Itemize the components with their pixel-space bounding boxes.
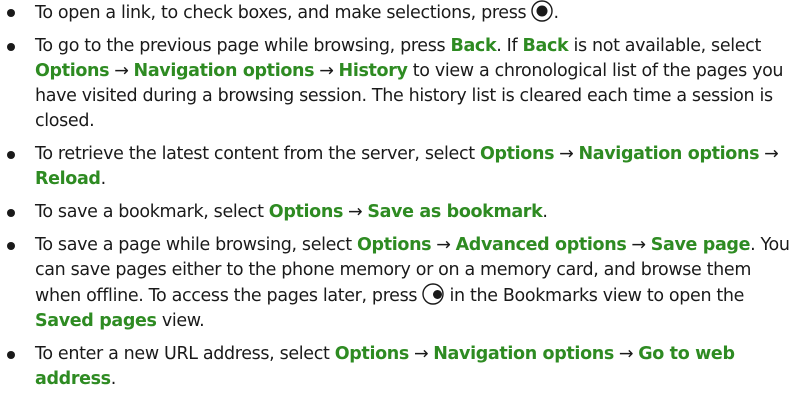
menu-command: Back bbox=[450, 36, 497, 56]
bullet-icon bbox=[7, 9, 15, 17]
menu-command: Reload bbox=[35, 169, 101, 189]
menu-command: Options bbox=[334, 344, 410, 364]
body-text: . bbox=[100, 169, 107, 189]
list-item: To go to the previous page while browsin… bbox=[0, 34, 800, 134]
arrow-icon: → bbox=[436, 235, 451, 255]
body-text: . If bbox=[496, 36, 523, 56]
menu-command: Saved pages bbox=[35, 311, 157, 331]
menu-command: History bbox=[338, 61, 408, 81]
body-text: To go to the previous page while browsin… bbox=[35, 36, 451, 56]
body-text: To enter a new URL address, select bbox=[35, 344, 335, 364]
body-text: . bbox=[542, 202, 548, 222]
menu-command: Navigation options bbox=[133, 61, 315, 81]
body-text: in the Bookmarks view to open the bbox=[444, 286, 745, 306]
arrow-icon: → bbox=[631, 235, 646, 255]
list-item: To retrieve the latest content from the … bbox=[0, 142, 800, 192]
list-item: To open a link, to check boxes, and make… bbox=[0, 0, 800, 26]
arrow-icon: → bbox=[764, 144, 779, 164]
bullet-icon bbox=[7, 242, 15, 250]
menu-command: Options bbox=[268, 202, 344, 222]
list-item: To save a page while browsing, select Op… bbox=[0, 233, 800, 334]
body-text: view. bbox=[156, 311, 205, 331]
instruction-list: To open a link, to check boxes, and make… bbox=[0, 0, 800, 392]
arrow-icon: → bbox=[618, 344, 634, 364]
list-item: To save a bookmark, select Options → Save … bbox=[0, 200, 800, 225]
menu-command: Options bbox=[479, 144, 555, 164]
menu-command: Back bbox=[522, 36, 569, 56]
body-text: To save a bookmark, select bbox=[35, 202, 269, 222]
body-text: To retrieve the latest content from the … bbox=[35, 144, 480, 164]
arrow-icon: → bbox=[114, 61, 129, 81]
bullet-icon bbox=[7, 43, 15, 51]
body-text: . bbox=[110, 369, 117, 389]
list-item: To enter a new URL address, select Optio… bbox=[0, 342, 800, 392]
bullet-icon bbox=[7, 151, 15, 159]
menu-command: Options bbox=[35, 61, 110, 81]
body-text: . bbox=[553, 3, 559, 23]
menu-command: Navigation options bbox=[433, 344, 614, 364]
arrow-icon: → bbox=[559, 144, 574, 164]
bullet-icon bbox=[7, 209, 15, 217]
menu-command: Save page bbox=[650, 235, 751, 255]
right-scroll-key-icon bbox=[422, 283, 445, 305]
bullet-icon bbox=[7, 351, 15, 359]
body-text: is not available, select bbox=[568, 36, 761, 56]
select-key-icon bbox=[531, 0, 554, 22]
menu-command: Save as bookmark bbox=[367, 202, 543, 222]
menu-command: Options bbox=[357, 235, 432, 255]
arrow-icon: → bbox=[348, 202, 363, 222]
arrow-icon: → bbox=[413, 344, 429, 364]
menu-command: Advanced options bbox=[455, 235, 627, 255]
body-text: To open a link, to check boxes, and make… bbox=[35, 3, 532, 23]
menu-command: Navigation options bbox=[578, 144, 760, 164]
arrow-icon: → bbox=[319, 61, 334, 81]
body-text: To save a page while browsing, select bbox=[35, 235, 358, 255]
